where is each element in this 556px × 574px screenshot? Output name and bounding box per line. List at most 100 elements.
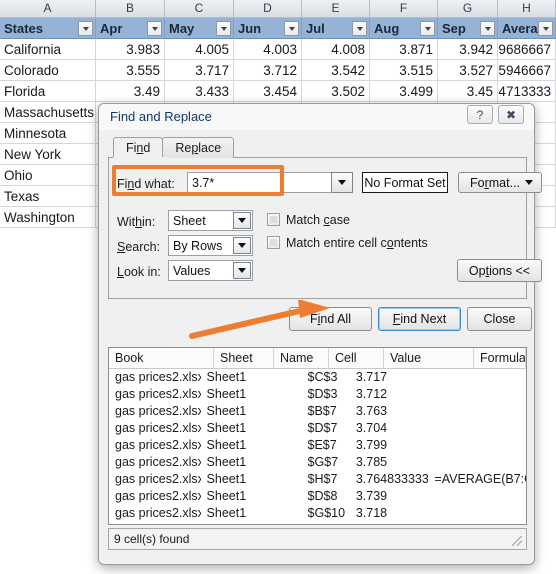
spreadsheet-cell[interactable]: 3.542 (302, 60, 370, 81)
spreadsheet-cell[interactable]: 3.515 (370, 60, 438, 81)
results-cell-value: 3.785 (355, 455, 388, 469)
filter-dropdown-icon[interactable] (538, 21, 553, 36)
spreadsheet-cell[interactable]: Texas (0, 186, 96, 207)
resize-grip-icon[interactable] (512, 536, 522, 546)
spreadsheet-cell[interactable]: Washington (0, 207, 96, 228)
look-in-select[interactable]: Values (168, 260, 253, 281)
spreadsheet-cell[interactable]: Colorado (0, 60, 96, 81)
table-header-label: States (4, 20, 44, 36)
column-letter-d[interactable]: D (234, 0, 302, 18)
spreadsheet-cell[interactable]: 3.454 (234, 81, 302, 102)
spreadsheet-cell[interactable]: 3.942 (438, 39, 498, 60)
spreadsheet-cell[interactable]: 3.502 (302, 81, 370, 102)
results-row[interactable]: gas prices2.xlsx Sheet1 $G$10 3.718 (109, 505, 526, 522)
spreadsheet-cell[interactable]: 4.005 (165, 39, 234, 60)
spreadsheet-cell[interactable]: 3.45 (438, 81, 498, 102)
spreadsheet-cell[interactable]: California (0, 39, 96, 60)
results-cell-formula (428, 505, 526, 522)
results-list[interactable]: Book Sheet Name Cell Value Formula gas prices… (108, 347, 527, 525)
find-what-label: Find what: (117, 177, 175, 191)
results-column-formula[interactable]: Formula (474, 348, 526, 368)
column-letter-c[interactable]: C (165, 0, 234, 18)
results-cell-book: gas prices2.xlsx (115, 438, 201, 452)
spreadsheet-cell[interactable]: 3.983 (96, 39, 165, 60)
results-row[interactable]: gas prices2.xlsx Sheet1 $G$7 3.785 (109, 454, 526, 471)
filter-dropdown-icon[interactable] (78, 21, 93, 36)
filter-dropdown-icon[interactable] (216, 21, 231, 36)
help-icon[interactable]: ? (467, 105, 493, 124)
results-row[interactable]: gas prices2.xlsx Sheet1 $D$3 3.712 (109, 386, 526, 403)
results-row[interactable]: gas prices2.xlsx Sheet1 $D$8 3.739 (109, 488, 526, 505)
column-letter-f[interactable]: F (370, 0, 438, 18)
results-cell-cell: $G$7 (307, 455, 339, 469)
spreadsheet-cell[interactable]: New York (0, 144, 96, 165)
options-button[interactable]: Options << (457, 259, 542, 282)
find-what-input[interactable]: 3.7* (187, 172, 332, 193)
results-column-name[interactable]: Name (274, 348, 329, 368)
results-cell-name (253, 437, 301, 454)
dialog-tabs: Find Replace (113, 137, 235, 158)
close-button[interactable]: Close (467, 307, 532, 331)
spreadsheet-cell[interactable]: 3.499 (370, 81, 438, 102)
close-icon[interactable]: ✖ (498, 105, 524, 124)
search-select[interactable]: By Rows (168, 235, 253, 256)
column-letter-e[interactable]: E (302, 0, 370, 18)
tab-seam (113, 157, 169, 159)
results-column-book[interactable]: Book (109, 348, 214, 368)
results-row[interactable]: gas prices2.xlsx Sheet1 $E$7 3.799 (109, 437, 526, 454)
find-tab-panel: Find what: 3.7* No Format Set Format... … (108, 157, 542, 299)
results-cell-formula (428, 386, 526, 403)
match-case-checkbox[interactable] (267, 213, 280, 226)
filter-dropdown-icon[interactable] (147, 21, 162, 36)
column-letter-g[interactable]: G (438, 0, 498, 18)
format-button[interactable]: Format... (458, 172, 542, 193)
find-next-button[interactable]: Find Next (378, 307, 461, 331)
results-row[interactable]: gas prices2.xlsx Sheet1 $B$7 3.763 (109, 403, 526, 420)
spreadsheet-cell[interactable]: 3.5946667 (498, 60, 556, 81)
spreadsheet-cell[interactable]: 3.717 (165, 60, 234, 81)
spreadsheet-cell[interactable]: 4.003 (234, 39, 302, 60)
spreadsheet-cell[interactable]: 3.871 (370, 39, 438, 60)
spreadsheet-cell[interactable]: 3.555 (96, 60, 165, 81)
find-what-dropdown-button[interactable] (331, 172, 353, 193)
results-cell-book: gas prices2.xlsx (115, 506, 201, 520)
tab-replace[interactable]: Replace (162, 137, 235, 158)
table-header-sep: Sep (438, 18, 498, 39)
filter-dropdown-icon[interactable] (284, 21, 299, 36)
tab-find[interactable]: Find (113, 137, 164, 158)
spreadsheet-cell[interactable]: 4.008 (302, 39, 370, 60)
results-column-value[interactable]: Value (384, 348, 474, 368)
spreadsheet-cell[interactable]: Florida (0, 81, 96, 102)
match-entire-label[interactable]: Match entire cell contents (286, 236, 428, 250)
match-entire-checkbox[interactable] (267, 236, 280, 249)
spreadsheet-cell[interactable]: 3.49 (96, 81, 165, 102)
results-row[interactable]: gas prices2.xlsx Sheet1 $C$3 3.717 (109, 369, 526, 386)
filter-dropdown-icon[interactable] (420, 21, 435, 36)
filter-dropdown-icon[interactable] (352, 21, 367, 36)
spreadsheet-cell[interactable]: Massachusetts (0, 102, 96, 123)
table-header-states: States (0, 18, 96, 39)
search-label: Search: (117, 240, 161, 254)
spreadsheet-cell[interactable]: Ohio (0, 165, 96, 186)
filter-dropdown-icon[interactable] (480, 21, 495, 36)
results-column-sheet[interactable]: Sheet (214, 348, 274, 368)
spreadsheet-cell[interactable]: 3.712 (234, 60, 302, 81)
spreadsheet-cell[interactable]: 3.433 (165, 81, 234, 102)
spreadsheet-cell[interactable]: 3.9686667 (498, 39, 556, 60)
spreadsheet-cell[interactable]: Minnesota (0, 123, 96, 144)
no-format-set-display: No Format Set (362, 172, 448, 193)
column-letter-b[interactable]: B (96, 0, 165, 18)
tab-replace-label: Replace (175, 141, 222, 155)
spreadsheet-cell[interactable]: 3.527 (438, 60, 498, 81)
within-select[interactable]: Sheet (168, 210, 253, 231)
results-column-cell[interactable]: Cell (329, 348, 384, 368)
spreadsheet-cell[interactable]: 3.4713333 (498, 81, 556, 102)
column-letter-h[interactable]: H (498, 0, 556, 18)
column-letter-a[interactable]: A (0, 0, 96, 18)
find-all-button[interactable]: Find All (289, 307, 372, 331)
within-label: Within: (117, 215, 156, 229)
results-row[interactable]: gas prices2.xlsx Sheet1 $H$7 3.764833333 =AV… (109, 471, 526, 488)
column-header-row: ABCDEFGH (0, 0, 556, 18)
results-row[interactable]: gas prices2.xlsx Sheet1 $D$7 3.704 (109, 420, 526, 437)
match-case-label[interactable]: Match case (286, 213, 350, 227)
